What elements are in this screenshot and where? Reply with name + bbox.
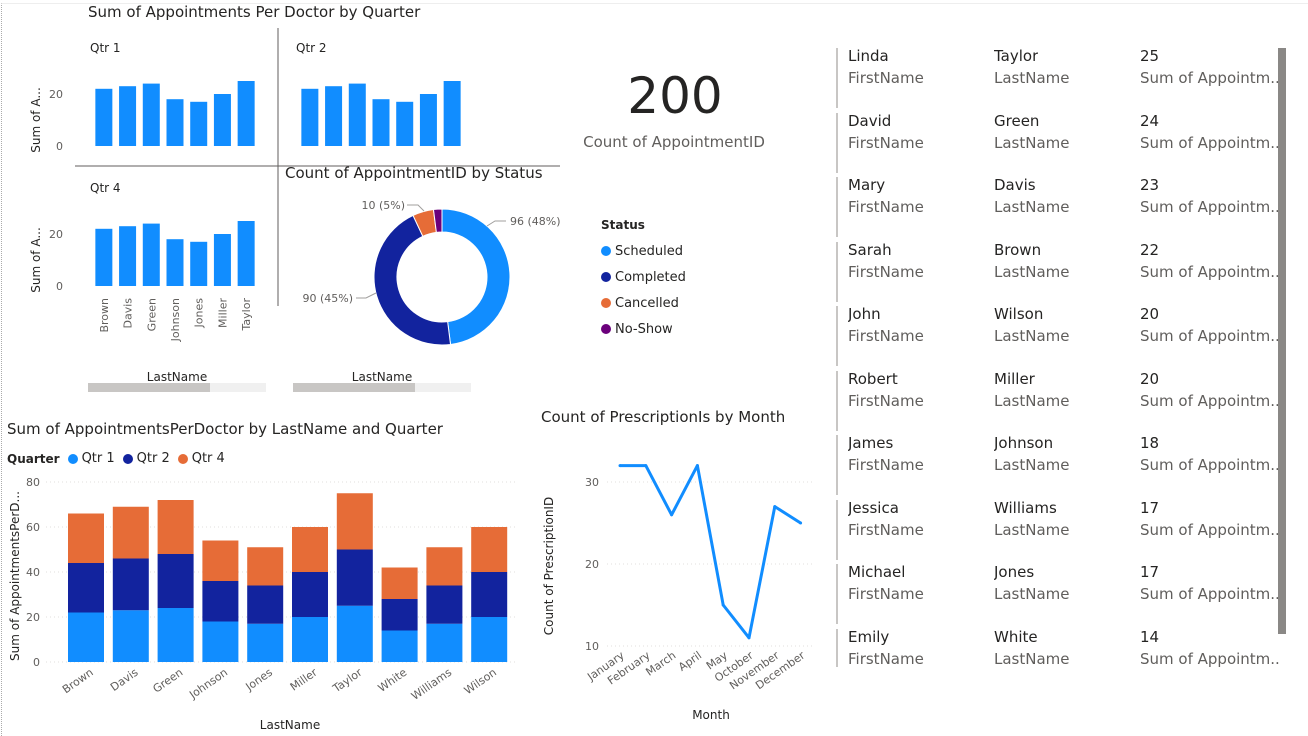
last-name-value: Jones <box>994 563 1035 581</box>
sum-appointments-label: Sum of Appointm... <box>1140 456 1280 474</box>
first-name-label: FirstName <box>848 520 924 539</box>
last-name-value: Taylor <box>994 47 1039 65</box>
sum-appointments-label: Sum of Appointm... <box>1140 133 1280 152</box>
first-name-value: James <box>848 434 894 452</box>
sum-appointments-label: Sum of Appointm... <box>1140 69 1280 87</box>
small-multiples-title: Sum of Appointments Per Doctor by Quarte… <box>88 3 421 21</box>
first-name-value: Sarah <box>848 240 892 259</box>
multi-row-scrollbar[interactable] <box>1278 48 1286 634</box>
last-name-label: LastName <box>994 133 1070 152</box>
sum-appointments-label: Sum of Appointm... <box>1140 327 1280 345</box>
sum-appointments-label: Sum of Appointm... <box>1140 649 1280 668</box>
last-name-label: LastName <box>994 262 1070 281</box>
first-name-value: John <box>848 305 881 323</box>
first-name-label: FirstName <box>848 585 924 603</box>
last-name-value: Green <box>994 111 1040 130</box>
first-name-label: FirstName <box>848 456 924 474</box>
x-tick-label: Taylor <box>330 666 365 696</box>
sum-appointments-label: Sum of Appointm... <box>1140 391 1280 410</box>
multi-row-card-row[interactable]: Robert FirstName Miller LastName 20 Sum of Ap… <box>836 369 1280 431</box>
sum-appointments-label: Sum of Appointm... <box>1140 198 1280 216</box>
last-name-label: LastName <box>994 456 1070 474</box>
last-name-label: LastName <box>994 69 1070 87</box>
first-name-value: Michael <box>848 563 906 581</box>
last-name-value: Johnson <box>994 434 1054 452</box>
last-name-value: Wilson <box>994 305 1044 323</box>
first-name-label: FirstName <box>848 133 924 152</box>
multi-row-card-row[interactable]: Mary FirstName Davis LastName 23 Sum of Appoi… <box>836 176 1280 237</box>
sum-appointments-value: 17 <box>1140 498 1160 517</box>
x-axis-label: LastName <box>260 718 320 732</box>
sum-appointments-value: 20 <box>1140 369 1160 388</box>
x-tick-label: Davis <box>108 666 141 694</box>
first-name-label: FirstName <box>848 327 924 345</box>
multi-row-card-row[interactable]: Linda FirstName Taylor LastName 25 Sum of App… <box>836 47 1280 108</box>
x-tick-label: Miller <box>288 666 320 694</box>
first-name-label: FirstName <box>848 69 924 87</box>
last-name-value: Brown <box>994 240 1042 259</box>
multi-row-card-row[interactable]: Emily FirstName White LastName 14 Sum of Appo… <box>836 627 1280 668</box>
first-name-value: David <box>848 111 892 130</box>
sum-appointments-label: Sum of Appointm... <box>1140 520 1280 539</box>
last-name-label: LastName <box>994 585 1070 603</box>
multi-row-card-row[interactable]: Sarah FirstName Brown LastName 22 Sum of Appo… <box>836 240 1280 302</box>
sum-appointments-label: Sum of Appointm... <box>1140 262 1280 281</box>
sum-appointments-value: 20 <box>1140 305 1160 323</box>
sum-appointments-value: 24 <box>1140 111 1160 130</box>
multi-row-card: Linda FirstName Taylor LastName 25 Sum of App… <box>0 40 1290 667</box>
multi-row-card-row[interactable]: John FirstName Wilson LastName 20 Sum of Appo… <box>836 305 1280 366</box>
first-name-value: Emily <box>848 627 890 646</box>
first-name-value: Robert <box>848 369 898 388</box>
sum-appointments-value: 17 <box>1140 563 1160 581</box>
x-tick-label: Green <box>151 666 186 696</box>
sum-appointments-value: 25 <box>1140 47 1160 65</box>
first-name-value: Jessica <box>848 498 899 517</box>
x-tick-label: Williams <box>409 666 454 703</box>
x-tick-label: Jones <box>243 666 276 694</box>
multi-row-card-row[interactable]: Michael FirstName Jones LastName 17 Sum of Ap… <box>836 563 1280 624</box>
x-tick-label: Johnson <box>186 666 230 702</box>
x-axis-label: Month <box>692 708 730 722</box>
last-name-label: LastName <box>994 327 1070 345</box>
x-tick-label: White <box>376 666 410 695</box>
sum-appointments-value: 14 <box>1140 627 1160 646</box>
first-name-label: FirstName <box>848 391 924 410</box>
sum-appointments-value: 18 <box>1140 434 1160 452</box>
sum-appointments-value: 23 <box>1140 176 1160 194</box>
last-name-label: LastName <box>994 198 1070 216</box>
last-name-label: LastName <box>994 649 1070 668</box>
multi-row-card-row[interactable]: David FirstName Green LastName 24 Sum of Appo… <box>836 111 1280 173</box>
first-name-label: FirstName <box>848 262 924 281</box>
last-name-value: White <box>994 627 1038 646</box>
first-name-value: Mary <box>848 176 886 194</box>
first-name-value: Linda <box>848 47 889 65</box>
last-name-label: LastName <box>994 391 1070 410</box>
x-tick-label: Brown <box>60 666 96 696</box>
first-name-label: FirstName <box>848 198 924 216</box>
last-name-value: Miller <box>994 369 1035 388</box>
last-name-label: LastName <box>994 520 1070 539</box>
last-name-value: Williams <box>994 498 1057 517</box>
sum-appointments-value: 22 <box>1140 240 1160 259</box>
sum-appointments-label: Sum of Appointm... <box>1140 585 1280 603</box>
last-name-value: Davis <box>994 176 1036 194</box>
multi-row-card-row[interactable]: James FirstName Johnson LastName 18 Sum of Ap… <box>836 434 1280 495</box>
x-tick-label: Wilson <box>462 666 499 697</box>
multi-row-card-row[interactable]: Jessica FirstName Williams LastName 17 Sum of… <box>836 498 1280 560</box>
first-name-label: FirstName <box>848 649 924 668</box>
